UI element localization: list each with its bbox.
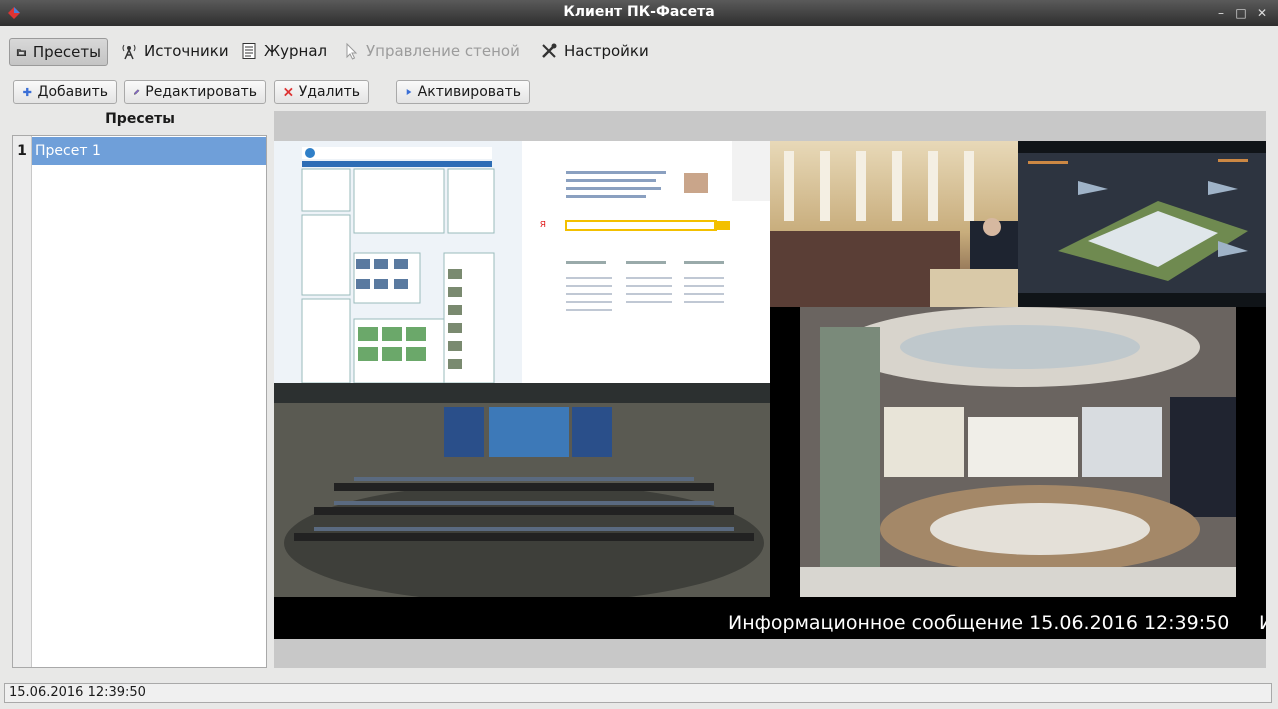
pencil-icon bbox=[133, 89, 140, 95]
statusbar: 15.06.2016 12:39:50 bbox=[4, 683, 1272, 703]
window-title: Клиент ПК-Фасета bbox=[563, 4, 715, 20]
folder-icon bbox=[16, 49, 26, 56]
activate-button-label: Активировать bbox=[417, 84, 521, 100]
edit-button[interactable]: Редактировать bbox=[124, 80, 266, 104]
delete-button[interactable]: Удалить bbox=[274, 80, 369, 104]
tile-mission-control[interactable] bbox=[274, 383, 770, 597]
edit-button-label: Редактировать bbox=[145, 84, 257, 100]
minimize-icon[interactable]: – bbox=[1214, 6, 1228, 20]
menu-settings-label: Настройки bbox=[564, 42, 649, 60]
menu-presets[interactable]: Пресеты bbox=[9, 38, 108, 66]
maximize-icon[interactable]: □ bbox=[1234, 6, 1248, 20]
ticker-text-next: И bbox=[1259, 607, 1266, 639]
list-gutter bbox=[13, 136, 32, 667]
presets-panel-title: Пресеты bbox=[105, 111, 175, 127]
add-button[interactable]: Добавить bbox=[13, 80, 117, 104]
plus-icon bbox=[23, 87, 32, 97]
tile-search-engine[interactable]: Я bbox=[522, 141, 770, 383]
ticker-text: Информационное сообщение 15.06.2016 12:3… bbox=[728, 612, 1230, 634]
antenna-icon bbox=[122, 44, 136, 60]
main-menu: Пресеты Источники Журнал Управление стен… bbox=[0, 26, 1278, 72]
hall-photo bbox=[770, 141, 1018, 307]
presets-list[interactable]: 1 Пресет 1 bbox=[12, 135, 267, 668]
tile-situation-center[interactable] bbox=[800, 307, 1236, 597]
tile-weather-site[interactable] bbox=[274, 141, 522, 383]
preset-name[interactable]: Пресет 1 bbox=[32, 137, 266, 165]
play-icon bbox=[406, 89, 412, 95]
document-icon bbox=[242, 43, 256, 59]
situation-center-render bbox=[800, 307, 1236, 597]
menu-wall-control[interactable]: Управление стеной bbox=[336, 38, 526, 64]
menu-sources-label: Источники bbox=[144, 42, 229, 60]
menu-settings[interactable]: Настройки bbox=[534, 38, 655, 64]
close-icon[interactable]: ✕ bbox=[1255, 6, 1269, 20]
infographic bbox=[1018, 141, 1266, 307]
menu-journal[interactable]: Журнал bbox=[234, 38, 333, 64]
cursor-icon bbox=[346, 42, 358, 60]
svg-text:Я: Я bbox=[540, 220, 546, 229]
add-button-label: Добавить bbox=[37, 84, 108, 100]
weather-site-screenshot bbox=[274, 141, 522, 383]
ticker-bar: Информационное сообщение 15.06.2016 12:3… bbox=[274, 607, 1266, 639]
tools-icon bbox=[542, 43, 557, 58]
menu-presets-label: Пресеты bbox=[32, 43, 101, 61]
wall-preview-area: Я Информационное сообщение 15.06.2016 12… bbox=[274, 111, 1266, 668]
menu-wall-control-label: Управление стеной bbox=[366, 42, 520, 60]
wall-preview[interactable]: Я Информационное сообщение 15.06.2016 12… bbox=[274, 141, 1266, 639]
tile-hall-photo[interactable] bbox=[770, 141, 1018, 307]
menu-journal-label: Журнал bbox=[264, 42, 328, 60]
menu-sources[interactable]: Источники bbox=[114, 38, 235, 64]
cross-icon bbox=[284, 87, 293, 97]
tile-infographic[interactable] bbox=[1018, 141, 1266, 307]
preset-row[interactable]: 1 Пресет 1 bbox=[13, 137, 266, 165]
activate-button[interactable]: Активировать bbox=[396, 80, 530, 104]
window-titlebar: Клиент ПК-Фасета – □ ✕ bbox=[0, 0, 1278, 26]
preset-number: 1 bbox=[17, 143, 27, 159]
mission-control-photo bbox=[274, 383, 770, 597]
delete-button-label: Удалить bbox=[298, 84, 360, 100]
search-engine-screenshot: Я bbox=[522, 141, 770, 383]
